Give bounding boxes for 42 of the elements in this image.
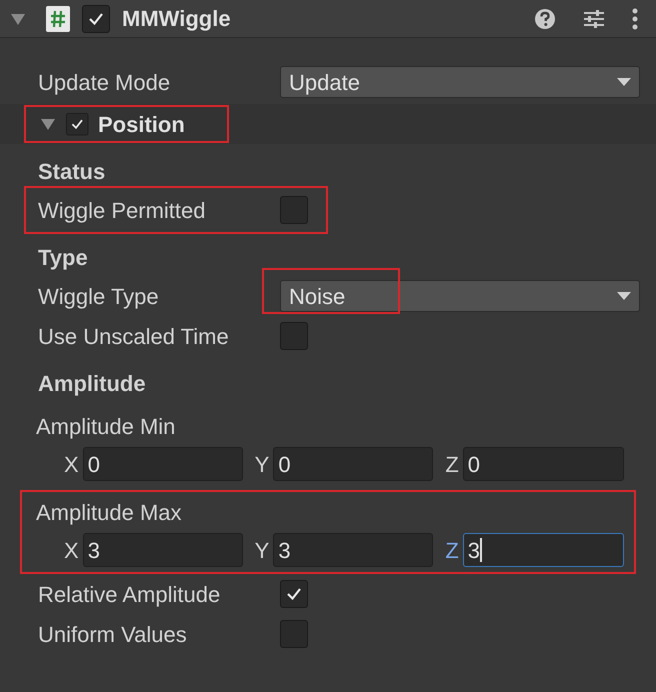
number-field[interactable]: 3 [82,533,243,567]
axis-label: Z [445,536,459,564]
checkbox[interactable] [280,196,308,224]
caret-icon [617,77,631,87]
help-icon[interactable] [534,8,556,30]
number-field[interactable]: 0 [82,447,243,481]
dropdown[interactable]: Update [280,66,640,98]
component-title: MMWiggle [122,5,231,33]
section-heading: Amplitude [38,370,146,398]
caret-icon [617,291,631,301]
field-label: Wiggle Type [38,284,159,308]
field-label: Uniform Values [38,622,187,646]
number-field[interactable]: 3 [462,533,624,567]
enable-checkbox[interactable] [82,4,110,32]
axis-label: Y [254,450,270,478]
checkbox[interactable] [280,620,308,648]
axis-label: Y [254,536,270,564]
field-label: Amplitude Min [36,412,176,441]
number-field[interactable]: 0 [273,447,434,481]
settings-icon[interactable] [582,8,606,30]
section-heading: Type [38,244,88,272]
axis-label: X [64,536,79,564]
checkmark-icon [70,117,84,132]
field-label: Relative Amplitude [38,582,220,606]
collapse-arrow-icon[interactable] [10,12,26,26]
field-label: Amplitude Max [36,498,182,527]
number-field[interactable]: 0 [462,447,624,481]
field-label: Use Unscaled Time [38,324,229,348]
axis-label: X [64,450,79,478]
field-label: Wiggle Permitted [38,198,206,222]
more-icon[interactable] [632,8,638,30]
foldout-title[interactable]: Position [98,108,185,140]
script-icon [46,6,70,32]
collapse-arrow-icon[interactable] [40,117,56,131]
axis-label: Z [445,450,459,478]
checkbox[interactable] [280,580,308,608]
number-field[interactable]: 3 [273,533,434,567]
section-heading: Status [38,158,106,186]
checkbox[interactable] [280,322,308,350]
dropdown[interactable]: Noise [280,280,640,312]
field-label: Update Mode [38,70,170,94]
checkbox[interactable] [66,113,88,136]
